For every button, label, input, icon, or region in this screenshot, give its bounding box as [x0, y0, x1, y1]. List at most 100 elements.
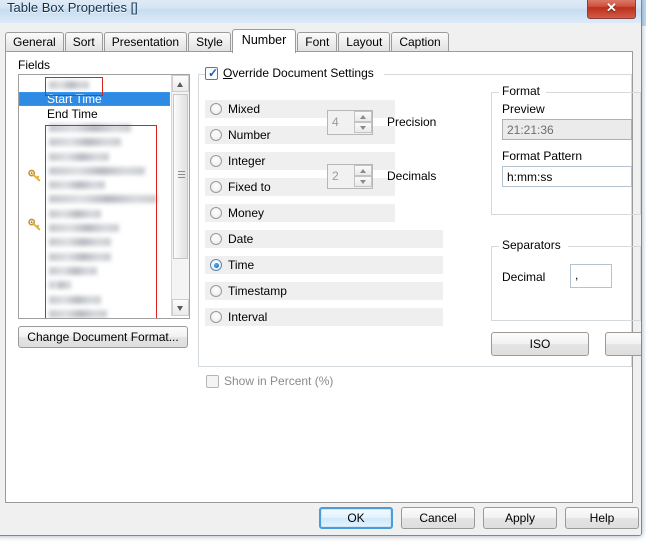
radio-button-icon [210, 103, 222, 115]
decimal-separator-label: Decimal [502, 270, 546, 284]
radio-interval[interactable]: Interval [205, 308, 443, 326]
radio-selected-dot [213, 262, 219, 268]
cancel-button[interactable]: Cancel [401, 507, 475, 529]
decimals-decrement-icon[interactable] [354, 176, 372, 187]
radio-button-icon [210, 311, 222, 323]
tab-label: General [13, 35, 56, 49]
radio-label: Mixed [228, 102, 261, 116]
precision-stepper-buttons[interactable] [354, 111, 372, 134]
secondary-format-button[interactable] [605, 332, 641, 356]
checkbox-box [206, 375, 219, 388]
format-group-title: Format [499, 84, 544, 98]
radio-money[interactable]: Money [205, 204, 395, 222]
tab-presentation[interactable]: Presentation [103, 32, 188, 52]
iso-button[interactable]: ISO [491, 332, 589, 356]
separators-group-title: Separators [499, 238, 564, 252]
decimals-value: 2 [332, 169, 339, 183]
tab-layout[interactable]: Layout [338, 32, 391, 52]
scrollbar-grip-icon [178, 171, 185, 178]
format-pattern-input[interactable]: h:mm:ss [502, 166, 632, 187]
redaction-outline-top [45, 77, 103, 96]
radio-label: Number [228, 128, 271, 142]
precision-label: Precision [387, 115, 437, 129]
tab-caption[interactable]: Caption [391, 32, 449, 52]
show-in-percent-label: Show in Percent (%) [224, 374, 334, 388]
precision-increment-icon[interactable] [354, 111, 372, 122]
precision-value: 4 [332, 115, 339, 129]
scroll-up-arrow-icon[interactable] [172, 75, 189, 92]
key-icon [28, 169, 41, 182]
radio-button-icon [210, 155, 222, 167]
radio-label: Fixed to [228, 180, 271, 194]
groupbox-border-right [568, 246, 641, 247]
radio-timestamp[interactable]: Timestamp [205, 282, 443, 300]
key-icon [28, 218, 41, 231]
fields-list-scrollbar[interactable] [171, 75, 189, 316]
decimals-stepper-buttons[interactable] [354, 165, 372, 188]
groupbox-border-left [491, 92, 499, 93]
precision-decrement-icon[interactable] [354, 122, 372, 133]
format-pattern-label: Format Pattern [502, 149, 583, 163]
tab-label: Layout [346, 35, 383, 49]
dialog-button-bar: OK Cancel Apply Help [0, 507, 641, 535]
tab-strip: General Sort Presentation Style Number Font La… [5, 29, 450, 53]
preview-label: Preview [502, 102, 545, 116]
radio-button-icon [210, 259, 222, 271]
close-glyph: ✕ [606, 0, 617, 15]
preview-value: 21:21:36 [507, 123, 554, 137]
radio-label: Money [228, 206, 265, 220]
tab-style[interactable]: Style [188, 32, 231, 52]
decimals-increment-icon[interactable] [354, 165, 372, 176]
radio-date[interactable]: Date [205, 230, 443, 248]
tab-general[interactable]: General [5, 32, 64, 52]
radio-button-icon [210, 233, 222, 245]
dialog-titlebar[interactable]: Table Box Properties [] ✕ [0, 0, 641, 24]
tab-sort[interactable]: Sort [64, 32, 103, 52]
tab-label: Presentation [111, 35, 180, 49]
override-document-settings-group: ✓ Override Document Settings Mixed Number… [198, 66, 641, 367]
help-button[interactable]: Help [565, 507, 639, 529]
close-icon[interactable]: ✕ [587, 0, 636, 19]
groupbox-border-right [546, 92, 641, 93]
decimal-separator-value: , [575, 268, 579, 282]
groupbox-border-right [384, 74, 632, 75]
format-pattern-value: h:mm:ss [507, 170, 553, 184]
preview-field: 21:21:36 [502, 119, 632, 140]
table-box-properties-dialog: Table Box Properties [] ✕ General Sort Pre… [0, 0, 642, 536]
checkmark-icon: ✓ [208, 66, 219, 80]
tab-page-number: Fields Start Time End Time Change Docume… [5, 51, 641, 503]
separators-group: Separators Decimal , [491, 238, 641, 321]
fields-listbox[interactable]: Start Time End Time [18, 74, 190, 319]
field-list-item[interactable]: End Time [19, 107, 170, 121]
radio-label: Integer [228, 154, 266, 168]
tab-label: Number [241, 33, 287, 47]
radio-label: Date [228, 232, 254, 246]
radio-time[interactable]: Time [205, 256, 443, 274]
checkbox-box: ✓ [205, 67, 218, 80]
radio-label: Time [228, 258, 255, 272]
scrollbar-thumb[interactable] [173, 94, 188, 259]
ok-button[interactable]: OK [319, 507, 393, 529]
scroll-down-arrow-icon[interactable] [172, 299, 189, 316]
override-document-settings-label: Override Document Settings [223, 66, 374, 80]
tab-label: Sort [72, 35, 95, 49]
format-group: Format Preview 21:21:36 Format Pattern h… [491, 84, 641, 215]
radio-label: Interval [228, 310, 268, 324]
radio-button-icon [210, 285, 222, 297]
tab-font[interactable]: Font [297, 32, 338, 52]
redaction-outline-body [45, 125, 157, 318]
tab-label: Caption [399, 35, 441, 49]
radio-button-icon [210, 207, 222, 219]
decimals-stepper[interactable]: 2 [327, 164, 373, 189]
radio-label: Timestamp [228, 284, 287, 298]
change-document-format-button[interactable]: Change Document Format... [18, 326, 188, 348]
groupbox-border-left [491, 246, 499, 247]
apply-button[interactable]: Apply [483, 507, 557, 529]
dialog-client-area: General Sort Presentation Style Number Font La… [0, 23, 641, 535]
precision-stepper[interactable]: 4 [327, 110, 373, 135]
decimal-separator-input[interactable]: , [570, 264, 612, 288]
decimals-label: Decimals [387, 169, 437, 183]
tab-number[interactable]: Number [231, 29, 297, 53]
field-list-item-label: End Time [47, 106, 98, 121]
radio-button-icon [210, 181, 222, 193]
